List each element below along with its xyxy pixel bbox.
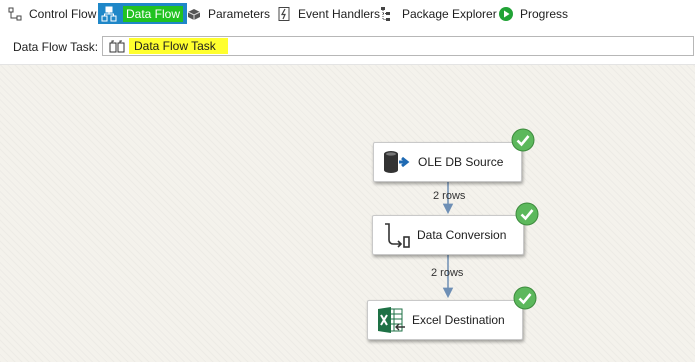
component-excel-destination[interactable]: Excel Destination [367, 300, 523, 340]
control-flow-icon [7, 6, 23, 22]
ole-db-source-icon [382, 147, 412, 177]
event-handlers-icon [276, 6, 292, 22]
task-selector-label: Data Flow Task: [13, 40, 99, 54]
component-label: OLE DB Source [418, 155, 504, 169]
data-flow-icon [101, 6, 117, 22]
tab-label: Progress [520, 6, 569, 21]
task-selector-bar: Data Flow Task: Data Flow Task [0, 28, 695, 65]
package-explorer-icon [380, 6, 396, 22]
task-selector-dropdown[interactable]: Data Flow Task [102, 36, 694, 56]
path-row-count: 2 rows [431, 267, 464, 279]
parameters-icon [186, 6, 202, 22]
tab-package-explorer[interactable]: Package Explorer [377, 3, 501, 24]
data-flow-design-surface[interactable]: 2 rows 2 rows OLE DB Source Data Convers… [0, 65, 695, 362]
tab-control-flow[interactable]: Control Flow [4, 3, 100, 24]
success-check-icon [513, 286, 537, 310]
component-label: Excel Destination [412, 313, 505, 327]
tab-label: Package Explorer [402, 6, 497, 21]
task-selector-value: Data Flow Task [129, 38, 228, 54]
tab-event-handlers[interactable]: Event Handlers [273, 3, 384, 24]
data-flow-paths [442, 182, 454, 299]
excel-destination-icon [376, 305, 406, 335]
tab-progress[interactable]: Progress [495, 3, 572, 24]
tab-label: Event Handlers [298, 6, 381, 21]
tab-label: Data Flow [123, 5, 184, 22]
tab-label: Control Flow [29, 6, 97, 21]
component-ole-db-source[interactable]: OLE DB Source [373, 142, 522, 182]
component-label: Data Conversion [417, 228, 507, 242]
component-data-conversion[interactable]: Data Conversion [372, 215, 524, 255]
path-row-count: 2 rows [433, 190, 466, 202]
success-check-icon [511, 128, 535, 152]
success-check-icon [515, 202, 539, 226]
data-flow-task-icon [109, 38, 125, 54]
progress-icon [498, 6, 514, 22]
tab-label: Parameters [208, 6, 271, 21]
data-conversion-icon [381, 220, 411, 250]
designer-tab-strip: Control Flow Data Flow Parameters Event … [0, 0, 695, 28]
tab-data-flow[interactable]: Data Flow [98, 3, 188, 24]
tab-parameters[interactable]: Parameters [183, 3, 274, 24]
